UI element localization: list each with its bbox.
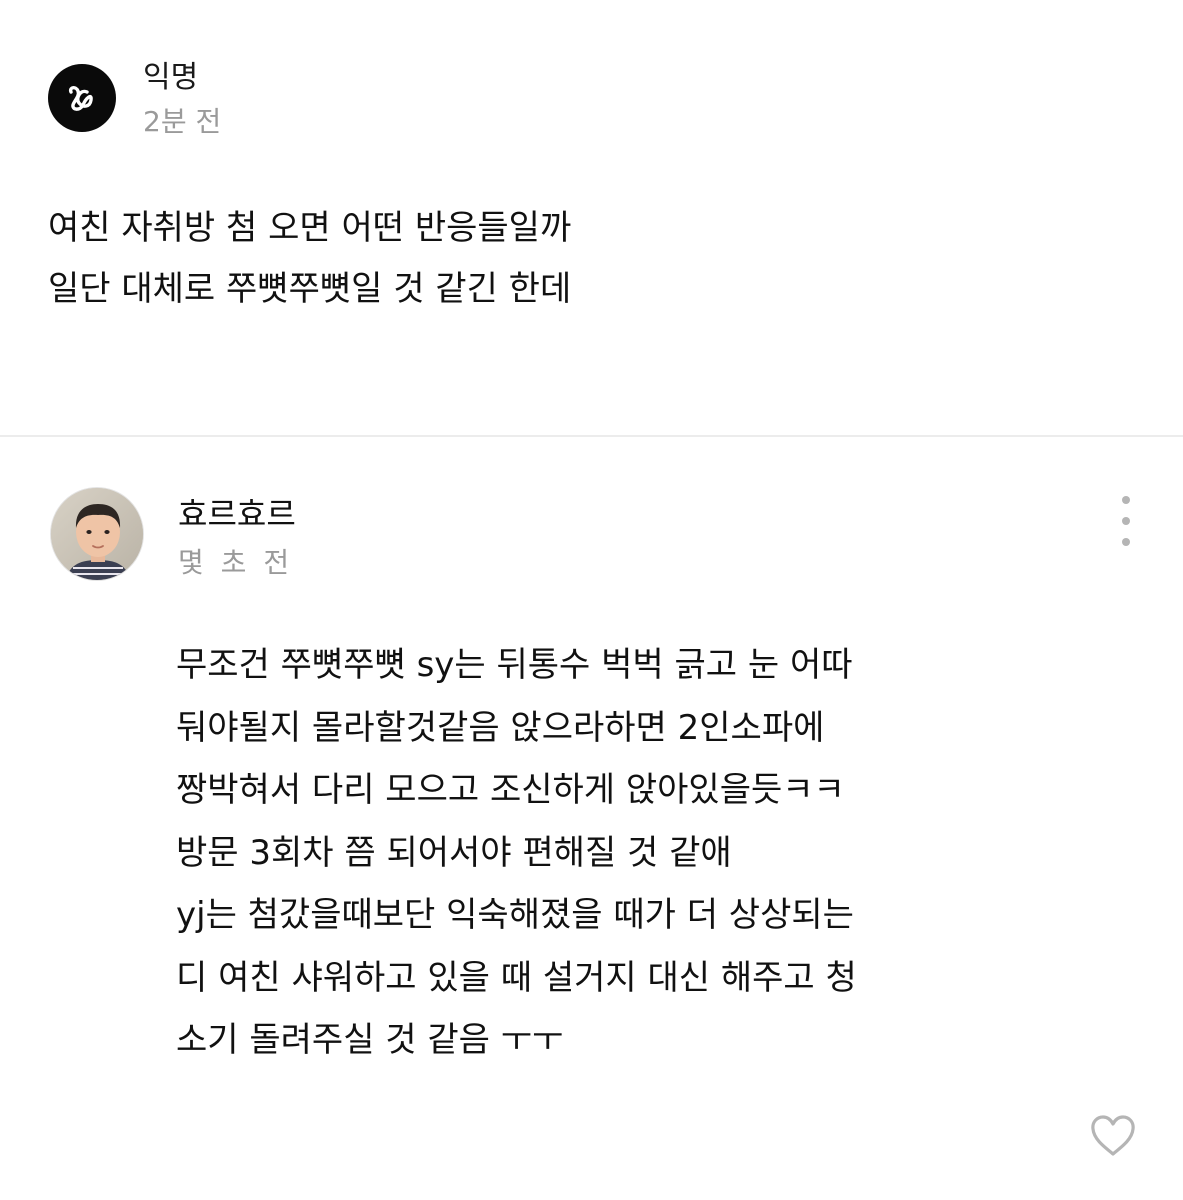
heart-outline-icon (1091, 1115, 1135, 1156)
anonymous-avatar[interactable] (48, 64, 116, 132)
comment-body-line: 무조건 쭈뼛쭈뼛 sy는 뒤통수 벅벅 긁고 눈 어따 (176, 645, 853, 685)
comment-body-line: 짱박혀서 다리 모으고 조신하게 앉아있을듯ㅋㅋ (176, 770, 845, 810)
comment-body-line: yj는 첨갔을때보단 익숙해졌을 때가 더 상상되는 (176, 895, 854, 935)
more-options-button[interactable] (1108, 496, 1144, 546)
post-meta: 익명 2분 전 (143, 60, 222, 140)
comment-body-line: 디 여친 샤워하고 있을 때 설거지 대신 해주고 청 (176, 957, 857, 998)
comment-header: 효르효르 몇 초 전 (50, 487, 296, 581)
post-body-line: 여친 자취방 첨 오면 어떤 반응들일까 (48, 208, 572, 248)
like-button[interactable] (1089, 1114, 1137, 1158)
comment-body: 무조건 쭈뼛쭈뼛 sy는 뒤통수 벅벅 긁고 눈 어따 둬야될지 몰라할것같음 … (176, 634, 857, 1072)
child-profile-photo (51, 488, 143, 580)
comment-body-line: 방문 3회차 쯤 되어서야 편해질 것 같애 (176, 832, 732, 873)
anonymous-logo-icon (68, 86, 93, 111)
more-vertical-icon (1122, 517, 1130, 525)
avatar[interactable] (50, 487, 144, 581)
comment-time: 몇 초 전 (178, 546, 294, 579)
post-header: 익명 2분 전 (48, 60, 222, 140)
post-time: 2분 전 (143, 105, 222, 138)
comment-author[interactable]: 효르효르 (178, 495, 296, 533)
more-vertical-icon (1122, 538, 1130, 546)
divider (0, 435, 1183, 437)
more-vertical-icon (1122, 496, 1130, 504)
comment-body-line: 소기 돌려주실 것 같음 ㅜㅜ (176, 1020, 564, 1060)
post-body-line: 일단 대체로 쭈뼛쭈뼛일 것 같긴 한데 (48, 269, 572, 309)
comment-meta: 효르효르 몇 초 전 (178, 495, 296, 581)
post-author: 익명 (143, 60, 199, 95)
comment-body-line: 둬야될지 몰라할것같음 앉으라하면 2인소파에 (176, 707, 825, 748)
post-body: 여친 자취방 첨 오면 어떤 반응들일까 일단 대체로 쭈뼛쭈뼛일 것 같긴 한… (48, 198, 571, 320)
